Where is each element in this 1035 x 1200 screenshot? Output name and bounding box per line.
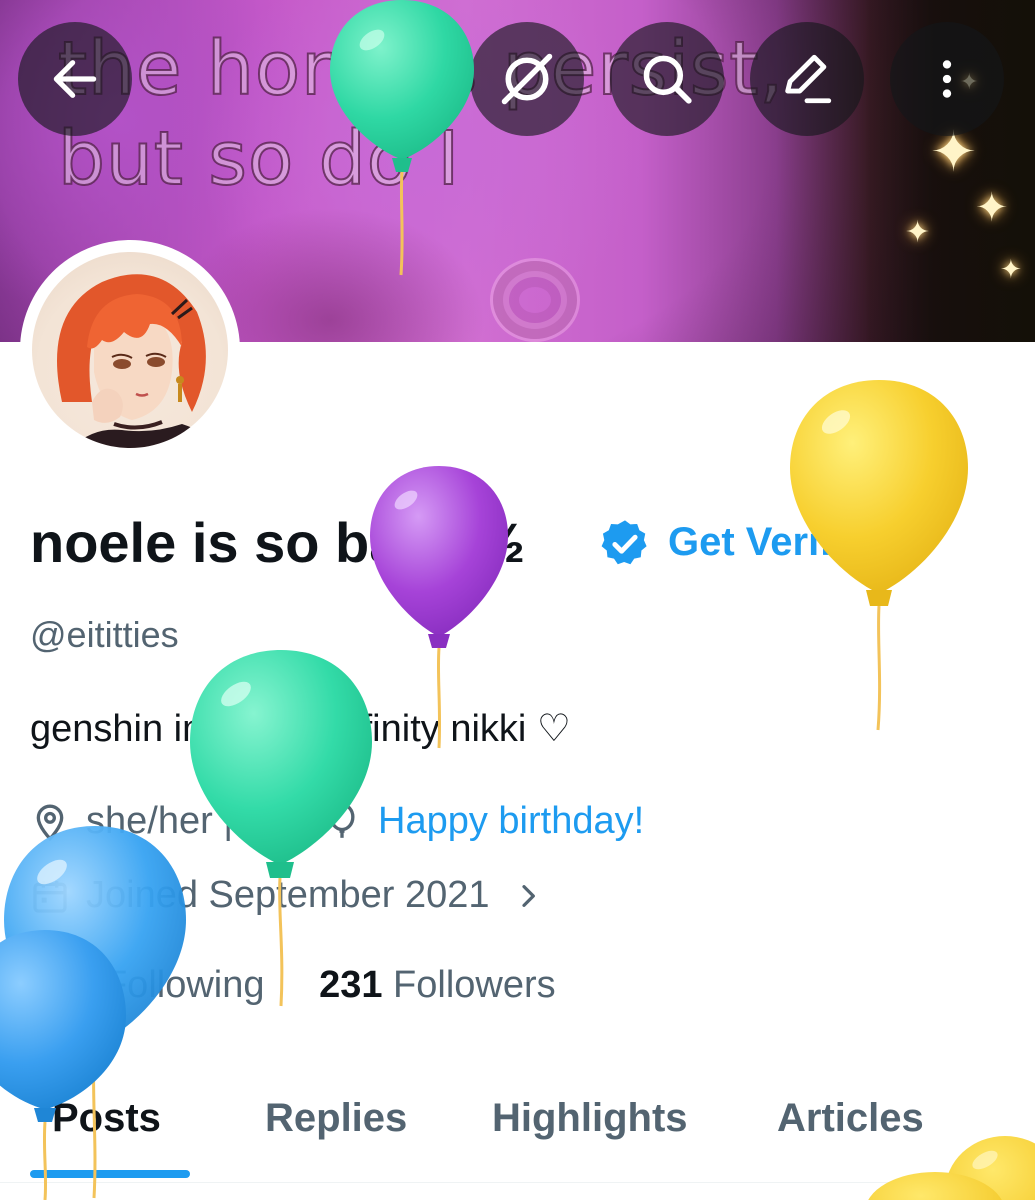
sparkle-icon: ✦ [905, 215, 931, 250]
profile-joined-date: Joined September 2021 [86, 874, 490, 916]
chevron-right-icon [512, 880, 544, 912]
profile-meta-row: she/her | 20 Happy birthday! [30, 800, 644, 843]
joined-row[interactable]: Joined September 2021 [30, 874, 544, 917]
get-verified-link[interactable]: Get Verified [668, 520, 890, 565]
search-button[interactable] [610, 22, 724, 136]
back-arrow-icon [53, 60, 97, 98]
banner-caption: the horrors persist, but so do I [57, 24, 878, 204]
followers-label: Followers [393, 964, 556, 1006]
tab-articles[interactable]: Articles [777, 1096, 924, 1141]
banner-spiral-decoration [490, 258, 580, 342]
profile-location: she/her | 20 [86, 800, 287, 842]
more-vertical-icon [942, 60, 952, 98]
active-tab-indicator [30, 1170, 190, 1178]
back-button[interactable] [18, 22, 132, 136]
edit-icon [785, 54, 832, 104]
avatar-image [32, 252, 228, 448]
grok-icon [501, 53, 553, 105]
balloon-icon [322, 802, 366, 842]
following-count: 265 [30, 964, 94, 1006]
profile-bio: genshin impact & infinity nikki ♡ [30, 708, 571, 750]
display-name: noele is so back ½ [30, 511, 525, 574]
following-label: Following [103, 964, 265, 1006]
tabs-divider [0, 1182, 1035, 1183]
birthday-link[interactable]: Happy birthday! [378, 800, 644, 843]
following-link[interactable]: 265 Following [30, 964, 265, 1006]
edit-button[interactable] [750, 22, 864, 136]
tab-highlights[interactable]: Highlights [492, 1096, 688, 1141]
calendar-icon [30, 876, 74, 916]
avatar-illustration [57, 274, 222, 448]
tab-replies[interactable]: Replies [265, 1096, 407, 1141]
followers-link[interactable]: 231 Followers [319, 964, 556, 1006]
follow-stats: 265 Following 231 Followers [30, 964, 556, 1007]
grok-button[interactable] [470, 22, 584, 136]
banner-caption-line2: but so do I [57, 115, 461, 203]
sparkle-icon: ✦ [975, 185, 1009, 231]
more-options-button[interactable] [890, 22, 1004, 136]
followers-count: 231 [319, 964, 383, 1006]
profile-handle: @eititties [30, 614, 179, 655]
location-pin-icon [30, 802, 74, 842]
tab-posts[interactable]: Posts [52, 1096, 161, 1141]
profile-tabs: Posts Replies Highlights Articles ​ [0, 1090, 1035, 1200]
search-icon [643, 55, 692, 104]
verified-badge-icon[interactable] [598, 517, 652, 571]
sparkle-icon: ✦ [1000, 255, 1022, 285]
avatar[interactable] [20, 240, 240, 460]
